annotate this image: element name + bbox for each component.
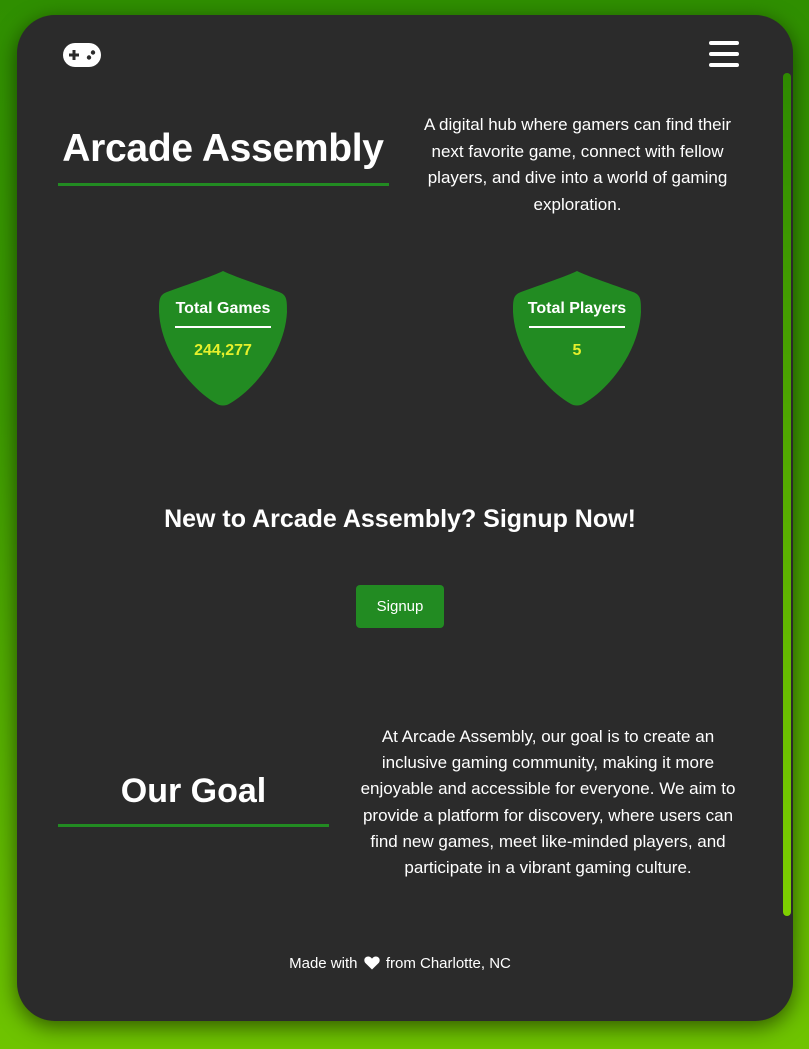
shield-icon [513,271,641,406]
divider [175,326,271,328]
goal-title-underline [58,824,329,827]
footer-suffix: from Charlotte, NC [385,955,511,972]
goal-description: At Arcade Assembly, our goal is to creat… [360,727,736,878]
signup-heading: New to Arcade Assembly? Signup Now! [164,505,636,533]
total-players-value: 5 [572,342,582,359]
total-games-label: Total Games [175,300,271,317]
total-games-badge: Total Games 244,277 [159,270,287,407]
hero-title-underline [58,183,389,186]
gamepad-icon[interactable] [62,42,102,68]
hamburger-menu-icon[interactable] [709,41,739,67]
hero-description: A digital hub where gamers can find thei… [423,115,732,214]
footer-prefix: Made with [289,955,358,972]
footer: Made with from Charlotte, NC [17,955,783,974]
shield-icon [159,271,287,406]
divider [529,326,625,328]
signup-button[interactable]: Signup [356,585,444,628]
total-games-value: 244,277 [194,342,252,359]
total-players-label: Total Players [527,300,627,317]
scrollbar[interactable] [783,73,791,916]
goal-title: Our Goal [120,772,267,810]
hero-title: Arcade Assembly [62,127,384,170]
heart-icon [363,956,380,974]
total-players-badge: Total Players 5 [513,270,641,407]
main-card: Arcade Assembly A digital hub where game… [17,15,793,1021]
